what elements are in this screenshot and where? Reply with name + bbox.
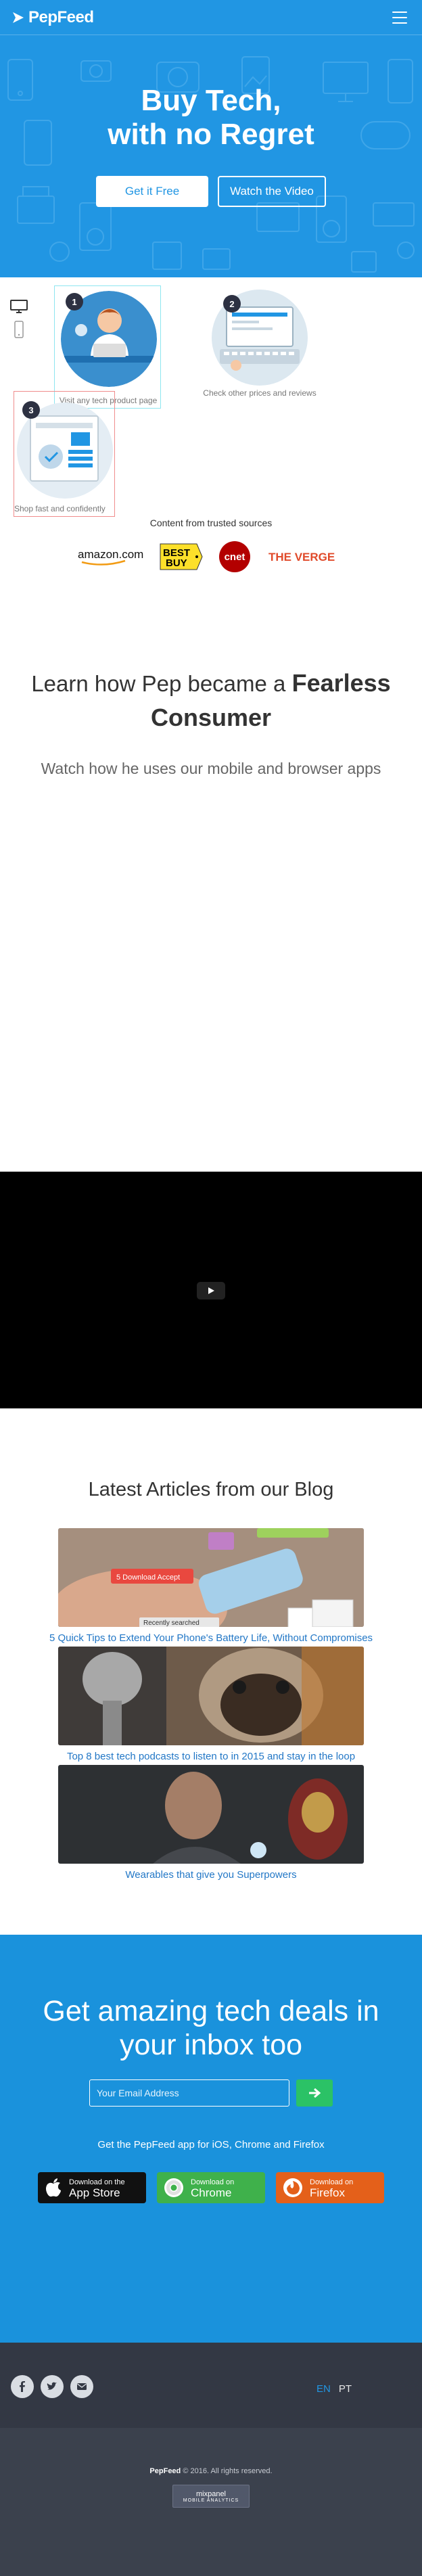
- article-image[interactable]: 5 Download Accept Recently searched: [58, 1528, 364, 1627]
- brand-name: PepFeed: [28, 7, 94, 26]
- copyright-brand: PepFeed: [149, 2467, 181, 2475]
- get-it-free-button[interactable]: Get it Free: [96, 176, 208, 207]
- firefox-icon: [283, 2178, 302, 2197]
- svg-text:Recently searched: Recently searched: [143, 1619, 200, 1627]
- watch-video-button[interactable]: Watch the Video: [218, 176, 326, 207]
- article-image[interactable]: [58, 1647, 364, 1745]
- article-title[interactable]: 5 Quick Tips to Extend Your Phone's Batt…: [0, 1632, 422, 1644]
- apple-icon: [46, 2178, 61, 2197]
- how-it-works-section: 1 Visit any tech product page 2 Check ot…: [0, 277, 422, 518]
- menu-icon[interactable]: [388, 9, 411, 26]
- step-check-prices: 2 Check other prices and reviews: [202, 290, 318, 398]
- arrow-right-icon: [309, 2088, 321, 2098]
- newsletter-title-line1: Get amazing tech deals in: [43, 1995, 379, 2027]
- mixpanel-tagline: MOBILE ANALYTICS: [183, 2498, 239, 2503]
- hero-title: Buy Tech, with no Regret: [0, 84, 422, 152]
- step-caption: Shop fast and confidently: [14, 504, 106, 513]
- step-shop-confidently: 3 Shop fast and confidently: [14, 391, 115, 517]
- blog-article[interactable]: 5 Download Accept Recently searched 5 Qu…: [0, 1528, 422, 1644]
- store-big-label: Chrome: [191, 2186, 232, 2199]
- pepfeed-logo-icon: [13, 12, 24, 23]
- trusted-sources-logos: amazon.com BEST BUY cnet THE VERGE: [0, 540, 422, 573]
- app-store-buttons: Download on the App Store Download on Ch…: [0, 2172, 422, 2203]
- subscribe-button[interactable]: [296, 2079, 333, 2107]
- language-switcher: EN PT: [316, 2383, 352, 2395]
- app-store-button[interactable]: Download on the App Store: [38, 2172, 146, 2203]
- language-pt[interactable]: PT: [339, 2383, 352, 2395]
- email-field[interactable]: [89, 2079, 289, 2107]
- social-links: [11, 2375, 93, 2398]
- best-buy-logo: BEST BUY: [160, 543, 203, 570]
- svg-text:THE VERGE: THE VERGE: [268, 551, 335, 564]
- svg-text:5 Download Accept: 5 Download Accept: [116, 1573, 180, 1582]
- blog-article[interactable]: Top 8 best tech podcasts to listen to in…: [0, 1647, 422, 1762]
- footer: EN PT PepFeed © 2016. All rights reserve…: [0, 2343, 422, 2576]
- amazon-logo: amazon.com: [78, 548, 143, 566]
- footer-top: EN PT: [0, 2343, 422, 2428]
- blog-heading: Latest Articles from our Blog: [88, 1479, 334, 1500]
- step-caption: Check other prices and reviews: [203, 388, 316, 398]
- article-title[interactable]: Top 8 best tech podcasts to listen to in…: [0, 1751, 422, 1762]
- get-app-text: Get the PepFeed app for iOS, Chrome and …: [97, 2139, 325, 2150]
- language-en[interactable]: EN: [316, 2383, 331, 2395]
- twitter-icon[interactable]: [41, 2375, 64, 2398]
- the-verge-logo: THE VERGE: [268, 551, 335, 564]
- pep-story-section: Learn how Pep became a Fearless Consumer…: [0, 573, 422, 1175]
- trusted-sources-heading: Content from trusted sources: [149, 518, 273, 528]
- hero-section: PepFeed Buy Tech, with no Regret Get it …: [0, 0, 422, 277]
- video-player[interactable]: [0, 1172, 422, 1408]
- device-toggle: [9, 299, 30, 344]
- step-number: 1: [66, 293, 83, 310]
- step-number: 2: [223, 295, 241, 313]
- facebook-icon[interactable]: [11, 2375, 34, 2398]
- copyright: PepFeed © 2016. All rights reserved.: [0, 2467, 422, 2475]
- story-title-plain: Learn how Pep became a: [31, 671, 286, 696]
- blog-article[interactable]: Wearables that give you Superpowers: [0, 1765, 422, 1881]
- chrome-icon: [164, 2178, 183, 2197]
- mixpanel-badge[interactable]: mixpanel MOBILE ANALYTICS: [172, 2485, 250, 2508]
- pepfeed-logo[interactable]: PepFeed: [11, 8, 94, 27]
- story-subtitle: Watch how he uses our mobile and browser…: [41, 760, 381, 777]
- article-image[interactable]: [58, 1765, 364, 1864]
- step-number: 3: [22, 401, 40, 419]
- story-title-bold: Fearless: [291, 669, 391, 697]
- store-big-label: Firefox: [310, 2186, 345, 2199]
- chrome-store-button[interactable]: Download on Chrome: [157, 2172, 265, 2203]
- firefox-store-button[interactable]: Download on Firefox: [276, 2172, 384, 2203]
- play-icon[interactable]: [197, 1282, 225, 1300]
- blog-section: Latest Articles from our Blog 5 Download…: [0, 1408, 422, 1881]
- mail-icon[interactable]: [70, 2375, 93, 2398]
- story-title: Learn how Pep became a Fearless Consumer: [0, 666, 422, 735]
- step-visit-product: 1 Visit any tech product page: [54, 285, 161, 409]
- svg-text:amazon.com: amazon.com: [78, 548, 143, 561]
- mixpanel-name: mixpanel: [195, 2489, 227, 2498]
- hero-title-line2: with no Regret: [108, 118, 314, 151]
- cnet-logo: cnet: [219, 541, 250, 572]
- article-title[interactable]: Wearables that give you Superpowers: [0, 1869, 422, 1881]
- footer-bottom: PepFeed © 2016. All rights reserved. mix…: [0, 2428, 422, 2576]
- newsletter-title-line2: your inbox too: [119, 2029, 303, 2061]
- copyright-text: © 2016. All rights reserved.: [181, 2467, 273, 2475]
- svg-text:BUY: BUY: [166, 557, 187, 569]
- hero-buttons: Get it Free Watch the Video: [0, 176, 422, 207]
- desktop-icon[interactable]: [9, 299, 28, 314]
- newsletter-section: Get amazing tech deals in your inbox too…: [0, 1935, 422, 2343]
- mobile-icon[interactable]: [9, 320, 28, 340]
- story-title-bold-2: Consumer: [150, 704, 272, 731]
- subscribe-form: [0, 2079, 422, 2107]
- svg-text:cnet: cnet: [225, 551, 245, 563]
- store-big-label: App Store: [69, 2186, 120, 2199]
- hero-title-line1: Buy Tech,: [141, 84, 281, 117]
- newsletter-title: Get amazing tech deals in your inbox too: [0, 1994, 422, 2062]
- navbar: PepFeed: [0, 0, 422, 35]
